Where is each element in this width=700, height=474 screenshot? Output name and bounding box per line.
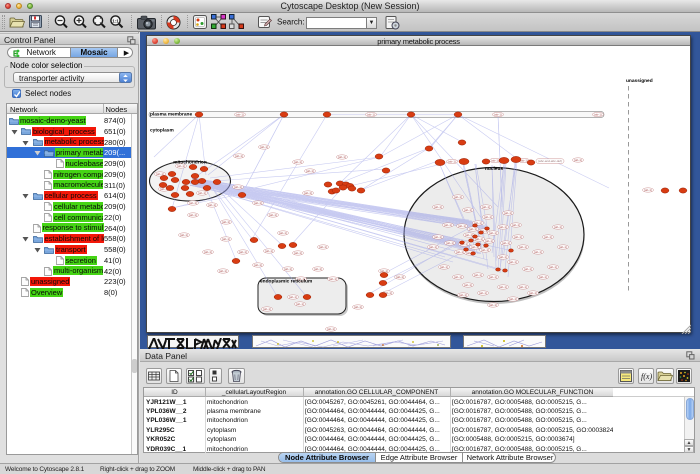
svg-text:(ab-1): (ab-1)	[454, 275, 462, 279]
svg-text:(ab-1): (ab-1)	[519, 245, 527, 249]
svg-text:(ab-1): (ab-1)	[236, 113, 244, 117]
svg-text:(ab-1): (ab-1)	[509, 297, 517, 301]
svg-text:(ab-1): (ab-1)	[479, 291, 487, 295]
svg-text:(ab-1): (ab-1)	[574, 158, 582, 162]
svg-text:(ab-1): (ab-1)	[465, 233, 473, 237]
svg-text:(ab-1): (ab-1)	[482, 205, 490, 209]
svg-text:(ab-1): (ab-1)	[529, 291, 537, 295]
svg-text:(ab-1): (ab-1)	[524, 267, 532, 271]
svg-text:unassigned: unassigned	[626, 78, 653, 84]
svg-text:(ab-1): (ab-1)	[512, 223, 520, 227]
svg-text:(ab-1): (ab-1)	[254, 263, 262, 267]
svg-text:(ab-1): (ab-1)	[504, 211, 512, 215]
svg-text:(ab-1): (ab-1)	[644, 188, 652, 192]
svg-text:(ab-1): (ab-1)	[594, 113, 602, 117]
svg-text:(ab-1): (ab-1)	[554, 225, 562, 229]
svg-text:(abc-and-abc-def): (abc-and-abc-def)	[538, 159, 562, 163]
svg-text:(ab-1): (ab-1)	[189, 201, 197, 205]
svg-text:cytoplasm: cytoplasm	[150, 128, 174, 134]
svg-text:(ab-1): (ab-1)	[539, 275, 547, 279]
svg-text:(ab-1): (ab-1)	[208, 203, 216, 207]
svg-text:(ab-1): (ab-1)	[265, 249, 273, 253]
svg-text:(ab-1): (ab-1)	[499, 255, 507, 259]
svg-text:(ab-1): (ab-1)	[294, 160, 302, 164]
svg-text:(ab-1): (ab-1)	[499, 225, 507, 229]
svg-text:mitochondrion: mitochondrion	[173, 160, 207, 166]
svg-text:(ab-1): (ab-1)	[509, 260, 517, 264]
svg-text:(ab-1): (ab-1)	[494, 113, 502, 117]
svg-text:(ab-1): (ab-1)	[464, 283, 472, 287]
svg-text:(ab-1): (ab-1)	[446, 241, 454, 245]
svg-text:(ab-1): (ab-1)	[454, 195, 462, 199]
svg-text:(ab-1): (ab-1)	[502, 241, 510, 245]
svg-text:(ab-1): (ab-1)	[489, 231, 497, 235]
svg-text:(ab-1): (ab-1)	[260, 145, 268, 149]
svg-text:(ab-1): (ab-1)	[544, 235, 552, 239]
svg-text:(ab-1): (ab-1)	[319, 245, 327, 249]
svg-text:(ab-1): (ab-1)	[484, 215, 492, 219]
svg-text:(ab-1): (ab-1)	[367, 113, 375, 117]
svg-text:(ab-1): (ab-1)	[440, 265, 448, 269]
svg-text:(ab-1): (ab-1)	[306, 169, 314, 173]
svg-text:(ab-1): (ab-1)	[296, 302, 304, 306]
svg-text:(ab-1): (ab-1)	[222, 237, 230, 241]
svg-text:(ab-1): (ab-1)	[327, 327, 335, 331]
svg-text:(ab-1): (ab-1)	[519, 285, 527, 289]
svg-text:(ab-1): (ab-1)	[219, 269, 227, 273]
svg-text:(ab-1): (ab-1)	[314, 267, 322, 271]
svg-text:(ab-1): (ab-1)	[549, 265, 557, 269]
svg-text:(ab-1): (ab-1)	[189, 213, 197, 217]
svg-text:(ab-1): (ab-1)	[444, 223, 452, 227]
svg-text:nucleus: nucleus	[485, 166, 503, 172]
svg-text:(ab-1): (ab-1)	[458, 224, 466, 228]
svg-text:f(x): f(x)	[641, 372, 652, 381]
svg-text:(ab-1): (ab-1)	[263, 307, 271, 311]
svg-text:(ab-1): (ab-1)	[491, 159, 499, 163]
svg-text:(ab-1): (ab-1)	[396, 275, 404, 279]
svg-text:(ab-1): (ab-1)	[284, 267, 292, 271]
svg-text:(ab-1): (ab-1)	[514, 235, 522, 239]
svg-text:(ab-1): (ab-1)	[304, 191, 312, 195]
svg-text:(ab-1): (ab-1)	[180, 233, 188, 237]
svg-text:(ab-1): (ab-1)	[434, 235, 442, 239]
svg-text:(ab-1): (ab-1)	[489, 303, 497, 307]
svg-text:(ab-1): (ab-1)	[294, 251, 302, 255]
svg-text:(ab-1): (ab-1)	[429, 245, 437, 249]
svg-text:(ab-1): (ab-1)	[222, 220, 230, 224]
svg-text:(ab-1): (ab-1)	[499, 285, 507, 289]
svg-text:(ab-1): (ab-1)	[234, 185, 242, 189]
svg-text:(ab-1): (ab-1)	[469, 227, 477, 231]
svg-text:Search:: Search:	[277, 18, 305, 27]
svg-text:(ab-1): (ab-1)	[354, 305, 362, 309]
svg-text:(ab-1): (ab-1)	[198, 191, 206, 195]
svg-text:(ab-1): (ab-1)	[464, 208, 472, 212]
svg-text:(ab-1): (ab-1)	[279, 231, 287, 235]
svg-text:endoplasmic reticulum: endoplasmic reticulum	[260, 279, 312, 285]
svg-text:(ab-1): (ab-1)	[235, 154, 243, 158]
svg-text:(ab-1): (ab-1)	[448, 160, 456, 164]
svg-text:(ab-1): (ab-1)	[534, 250, 542, 254]
svg-text:(ab-1): (ab-1)	[338, 155, 346, 159]
svg-text:(ab-1): (ab-1)	[329, 277, 337, 281]
svg-text:(ab-1): (ab-1)	[474, 273, 482, 277]
svg-text:(ab-1): (ab-1)	[254, 201, 262, 205]
svg-text:(ab-1): (ab-1)	[204, 250, 212, 254]
svg-text:(ab-1): (ab-1)	[459, 293, 467, 297]
svg-text:(ab-1): (ab-1)	[434, 205, 442, 209]
svg-text:(ab-1): (ab-1)	[269, 213, 277, 217]
svg-text:plasma membrane: plasma membrane	[150, 112, 192, 118]
svg-text:(ab-1): (ab-1)	[489, 275, 497, 279]
svg-text:(ab-1): (ab-1)	[239, 250, 247, 254]
svg-text:(ab-1): (ab-1)	[481, 248, 489, 252]
svg-text:(ab-1): (ab-1)	[456, 250, 464, 254]
svg-text:(ab-1): (ab-1)	[559, 245, 567, 249]
svg-text:(ab-1): (ab-1)	[485, 239, 493, 243]
svg-text:1:1: 1:1	[112, 19, 119, 24]
svg-text:(ab-1): (ab-1)	[289, 295, 297, 299]
